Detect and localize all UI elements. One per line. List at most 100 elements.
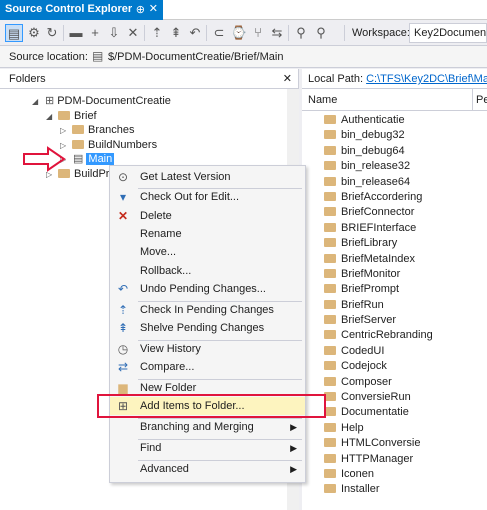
folder-icon (324, 376, 336, 386)
list-item[interactable]: Authenticatie (324, 113, 433, 128)
folder-icon (324, 468, 336, 478)
list-item[interactable]: Installer (324, 482, 433, 497)
folder-icon (324, 145, 336, 155)
tree-item-branches[interactable]: ▷ Branches (60, 122, 134, 138)
checkin-icon[interactable]: ⇡ (148, 24, 166, 42)
pending-column-header[interactable]: Pen (476, 94, 487, 106)
new-folder-icon[interactable]: ▬ (67, 24, 85, 42)
folder-icon (58, 111, 70, 120)
list-item[interactable]: Codejock (324, 359, 433, 374)
menu-item-find[interactable]: Find ▶ (110, 439, 305, 457)
tool-window-tab[interactable]: Source Control Explorer ⊕ ✕ (0, 0, 163, 20)
add-items-icon[interactable]: + (86, 24, 104, 42)
window-title: Source Control Explorer (5, 3, 133, 15)
column-divider[interactable] (472, 89, 473, 111)
folders-toggle-icon[interactable]: ▤ (5, 24, 23, 42)
menu-item-checkin[interactable]: ⇡ Check In Pending Changes (110, 301, 305, 319)
folder-icon (324, 191, 336, 201)
menu-item-label: View History (140, 343, 201, 355)
list-item[interactable]: ConversieRun (324, 390, 433, 405)
list-item[interactable]: BriefPrompt (324, 282, 433, 297)
list-item[interactable]: CodedUI (324, 344, 433, 359)
compare-icon[interactable]: ⊂ (210, 24, 228, 42)
list-item[interactable]: BriefAccordering (324, 190, 433, 205)
menu-item-rollback[interactable]: Rollback... (110, 262, 305, 280)
items-pane: Local Path: C:\TFS\Key2DC\Brief\Main Nam… (302, 69, 487, 510)
list-item[interactable]: HTMLConversie (324, 436, 433, 451)
list-item-label: BriefServer (341, 314, 397, 327)
name-column-header[interactable]: Name (308, 94, 337, 106)
shelve-icon[interactable]: ⇞ (167, 24, 185, 42)
menu-item-rename[interactable]: Rename (110, 225, 305, 243)
expanded-icon[interactable]: ◢ (46, 109, 56, 125)
tree-item-label: Brief (74, 110, 97, 122)
list-item-label: CentricRebranding (341, 329, 433, 342)
expanded-icon[interactable]: ◢ (32, 94, 42, 110)
labels-icon[interactable]: ⚲ (292, 24, 310, 42)
list-item[interactable]: HTTPManager (324, 452, 433, 467)
undo-icon[interactable]: ↶ (186, 24, 204, 42)
folder-icon (324, 207, 336, 217)
list-item[interactable]: Help (324, 421, 433, 436)
local-path-link[interactable]: C:\TFS\Key2DC\Brief\Main (366, 73, 487, 85)
list-item-label: bin_release32 (341, 160, 411, 173)
list-item[interactable]: bin_debug32 (324, 128, 433, 143)
list-item-label: BriefMetaIndex (341, 252, 415, 265)
merge-icon[interactable]: ⇆ (268, 24, 286, 42)
list-item[interactable]: bin_release32 (324, 159, 433, 174)
menu-item-move[interactable]: Move... (110, 243, 305, 261)
menu-item-checkout[interactable]: ▾ Check Out for Edit... (110, 188, 305, 206)
close-folders-icon[interactable]: ✕ (283, 72, 292, 85)
menu-item-delete[interactable]: ✕ Delete (110, 207, 305, 225)
menu-item-label: Find (140, 442, 162, 454)
list-item[interactable]: BRIEFInterface (324, 221, 433, 236)
folders-header: Folders ✕ (0, 69, 298, 89)
list-item[interactable]: BriefConnector (324, 205, 433, 220)
find-icon[interactable]: ⚲ (312, 24, 330, 42)
list-item-label: Codejock (341, 360, 387, 373)
context-menu: ⊙ Get Latest Version ▾ Check Out for Edit.… (109, 165, 306, 483)
workspace-settings-icon[interactable]: ⚙ (25, 24, 43, 42)
source-location-path[interactable]: $/PDM-DocumentCreatie/Brief/Main (108, 51, 283, 63)
tree-item-main[interactable]: ▷ ▤ Main (60, 151, 115, 167)
list-item[interactable]: bin_release64 (324, 175, 433, 190)
menu-item-label: Move... (140, 246, 177, 258)
menu-item-undo-pending[interactable]: ↶ Undo Pending Changes... (110, 280, 305, 298)
get-latest-icon[interactable]: ⇩ (105, 24, 123, 42)
folder-icon (72, 125, 84, 134)
branch-icon[interactable]: ⑂ (249, 24, 267, 42)
list-item[interactable]: BriefRun (324, 298, 433, 313)
history-icon[interactable]: ⌚ (230, 24, 248, 42)
refresh-icon[interactable]: ↻ (43, 24, 61, 42)
list-item[interactable]: Documentatie (324, 405, 433, 420)
menu-item-get-latest[interactable]: ⊙ Get Latest Version (110, 168, 305, 186)
list-item[interactable]: BriefServer (324, 313, 433, 328)
pin-icon[interactable]: ⊕ (136, 3, 145, 16)
tree-item-root[interactable]: ◢ ⊞ PDM-DocumentCreatie (32, 93, 171, 109)
list-item[interactable]: BriefMetaIndex (324, 252, 433, 267)
list-item[interactable]: bin_debug64 (324, 144, 433, 159)
close-icon[interactable]: ✕ (149, 2, 158, 15)
menu-item-branching-merging[interactable]: Branching and Merging ▶ (110, 418, 305, 436)
compare-icon: ⇄ (117, 360, 129, 374)
menu-item-shelve[interactable]: ⇞ Shelve Pending Changes (110, 319, 305, 337)
menu-item-label: Check Out for Edit... (140, 191, 240, 203)
menu-item-label: Check In Pending Changes (140, 304, 274, 316)
list-item-label: BriefMonitor (341, 267, 401, 280)
menu-item-advanced[interactable]: Advanced ▶ (110, 460, 305, 478)
list-item[interactable]: Iconen (324, 467, 433, 482)
folder-icon (324, 222, 336, 232)
workspace-dropdown[interactable]: Key2DocumentC (409, 23, 487, 43)
delete-icon[interactable]: ✕ (124, 24, 142, 42)
menu-item-view-history[interactable]: ◷ View History (110, 340, 305, 358)
list-item[interactable]: CentricRebranding (324, 328, 433, 343)
list-item[interactable]: Composer (324, 375, 433, 390)
list-item[interactable]: BriefLibrary (324, 236, 433, 251)
list-item-label: BriefConnector (341, 206, 415, 219)
get-latest-icon: ⊙ (117, 170, 129, 184)
list-item[interactable]: BriefMonitor (324, 267, 433, 282)
menu-item-compare[interactable]: ⇄ Compare... (110, 358, 305, 376)
folder-icon (324, 422, 336, 432)
folder-icon (324, 253, 336, 263)
list-item-label: BriefAccordering (341, 190, 423, 203)
